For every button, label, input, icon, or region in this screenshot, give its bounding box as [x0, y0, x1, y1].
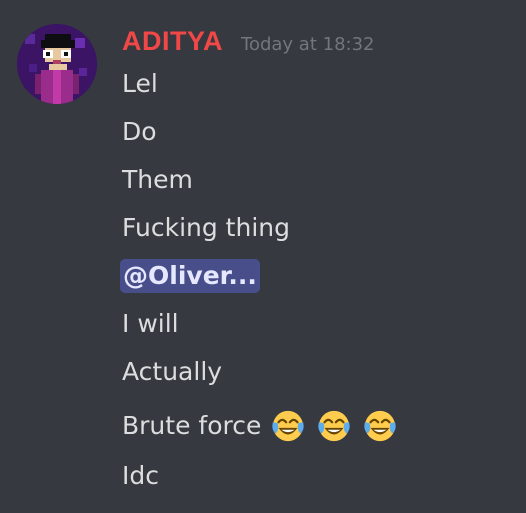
message-line: Them [122, 165, 193, 194]
author-name[interactable]: ADITYA [122, 26, 223, 57]
message-timestamp[interactable]: Today at 18:32 [241, 34, 374, 55]
message-line-with-emoji: Brute force [122, 408, 409, 444]
joy-emoji-icon[interactable] [317, 409, 351, 443]
message-line: Do [122, 117, 157, 146]
user-mention[interactable]: @Oliver... [120, 259, 260, 293]
message-line: Lel [122, 69, 158, 98]
chat-message-group: ADITYA Today at 18:32 Lel Do Them Fuckin… [0, 0, 526, 513]
message-line: Fucking thing [122, 213, 290, 242]
message-line-mention: @Oliver... [120, 258, 260, 294]
message-text: Brute force [122, 411, 262, 440]
emoji-group [271, 409, 409, 443]
user-avatar[interactable] [17, 24, 97, 104]
message-line: Actually [122, 357, 223, 386]
message-header: ADITYA Today at 18:32 [122, 26, 375, 62]
message-line: I will [122, 309, 179, 338]
pixel-art-avatar-icon [17, 24, 97, 104]
message-line: Idc [122, 461, 159, 490]
joy-emoji-icon[interactable] [363, 409, 397, 443]
joy-emoji-icon[interactable] [271, 409, 305, 443]
